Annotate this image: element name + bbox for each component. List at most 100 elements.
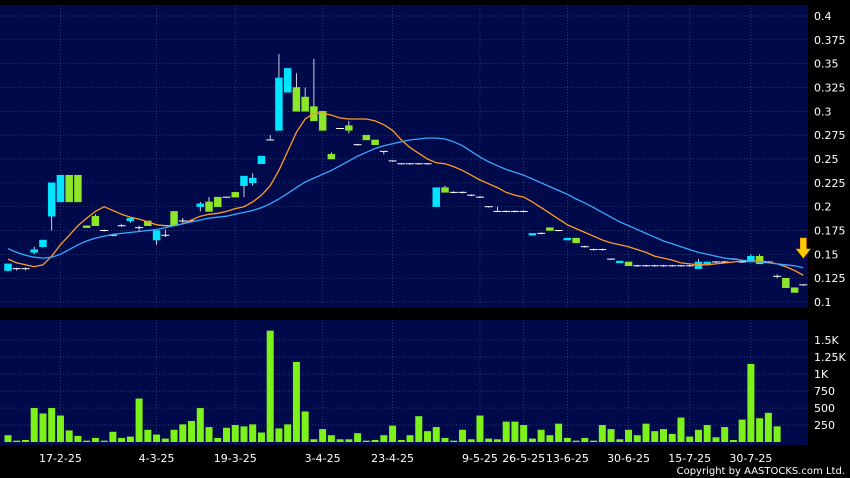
- volume-bar: [721, 427, 729, 442]
- volume-bar: [389, 425, 397, 442]
- volume-bar: [747, 363, 755, 442]
- candle-body: [39, 239, 47, 247]
- volume-bar: [590, 440, 598, 442]
- volume-bar: [74, 435, 82, 442]
- date-tick-label: 30-6-25: [607, 452, 650, 465]
- volume-tick-label: 1.25K: [814, 351, 846, 364]
- price-tick-label: 0.25: [814, 153, 839, 166]
- candle-body: [56, 174, 65, 203]
- candle-body: [371, 139, 379, 145]
- price-tick-label: 0.1: [814, 296, 832, 309]
- volume-tick-label: 500: [814, 402, 835, 415]
- candle-body: [441, 187, 449, 193]
- volume-bar: [275, 428, 283, 442]
- volume-bar: [109, 431, 117, 442]
- volume-bar: [546, 435, 554, 442]
- volume-tick-label: 1K: [814, 368, 829, 381]
- volume-bar: [284, 424, 292, 442]
- volume-bar: [223, 427, 230, 442]
- volume-bar: [345, 439, 353, 442]
- volume-panel: [0, 320, 808, 445]
- candle-body: [275, 77, 283, 131]
- volume-bar: [677, 417, 685, 442]
- price-tick-label: 0.35: [814, 58, 839, 71]
- volume-bar: [380, 435, 388, 442]
- date-tick-label: 9-5-25: [462, 452, 498, 465]
- volume-bar: [450, 440, 458, 442]
- volume-tick-label: 250: [814, 419, 835, 432]
- candle-body: [205, 201, 213, 212]
- candle-body: [47, 182, 56, 217]
- volume-bar: [135, 398, 143, 442]
- volume-tick-label: 750: [814, 385, 835, 398]
- volume-axis-labels: 1.5K 1.25K 1K 750 500 250: [814, 334, 846, 432]
- price-axis-labels: 0.4 0.375 0.35 0.325 0.3 0.275 0.25 0.225 0.2 0.1…: [814, 10, 846, 309]
- price-tick-label: 0.275: [814, 129, 846, 142]
- candle-body: [74, 174, 82, 203]
- volume-bar: [214, 437, 222, 442]
- volume-bar: [738, 419, 746, 442]
- candle-body: [790, 287, 799, 293]
- volume-bar: [581, 437, 589, 442]
- candle-body: [65, 174, 73, 203]
- volume-bar: [371, 439, 379, 442]
- volume-bar: [170, 429, 178, 442]
- volume-bar: [144, 429, 152, 442]
- volume-bar: [563, 437, 571, 442]
- candle-body: [703, 261, 711, 265]
- volume-bar: [520, 425, 528, 442]
- candle-body: [345, 125, 353, 131]
- volume-bar: [502, 421, 510, 442]
- candle-body: [248, 177, 257, 184]
- volume-bar: [83, 440, 91, 442]
- volume-bar: [476, 415, 484, 442]
- candle-body: [4, 263, 12, 271]
- candle-body: [91, 215, 100, 226]
- volume-bar: [292, 361, 300, 442]
- price-tick-label: 0.15: [814, 248, 839, 261]
- volume-bar: [511, 421, 519, 442]
- volume-bar: [441, 437, 449, 442]
- volume-bar: [4, 435, 12, 442]
- volume-bar: [668, 433, 676, 442]
- candle-body: [30, 249, 38, 253]
- volume-bar: [153, 434, 161, 442]
- candle-body: [152, 230, 161, 241]
- volume-bar: [48, 408, 56, 442]
- candle-body: [528, 233, 537, 236]
- volume-bar: [249, 424, 257, 442]
- candle-body: [82, 225, 91, 228]
- volume-bar: [572, 440, 580, 442]
- volume-bar: [257, 432, 265, 442]
- price-tick-label: 0.4: [814, 10, 832, 23]
- date-tick-label: 4-3-25: [139, 452, 175, 465]
- candle-body: [301, 96, 309, 112]
- candle-body: [327, 153, 336, 160]
- candle-body: [624, 261, 633, 267]
- volume-bar: [21, 439, 29, 442]
- volume-bar: [415, 416, 423, 442]
- volume-bar: [485, 438, 493, 442]
- price-tick-label: 0.225: [814, 177, 846, 190]
- candle-body: [170, 211, 178, 226]
- price-panel: [0, 5, 808, 308]
- candle-body: [231, 192, 239, 198]
- volume-bar: [528, 438, 536, 442]
- candle-body: [240, 175, 248, 186]
- volume-bar: [703, 425, 711, 442]
- volume-bar: [179, 424, 187, 442]
- volume-bar: [56, 415, 64, 442]
- volume-bar: [354, 433, 362, 442]
- copyright-text: Copyright by AASTOCKS.com Ltd.: [677, 466, 845, 477]
- volume-bar: [537, 429, 545, 442]
- date-tick-label: 19-3-25: [214, 452, 257, 465]
- volume-bar: [327, 435, 335, 442]
- volume-bar: [362, 440, 370, 442]
- volume-bar: [30, 408, 38, 442]
- date-tick-label: 13-6-25: [546, 452, 589, 465]
- candle-body: [292, 87, 301, 112]
- volume-bar: [91, 437, 99, 442]
- volume-bar: [598, 425, 606, 442]
- volume-bar: [642, 423, 650, 442]
- date-axis-labels: 17-2-25 4-3-25 19-3-25 3-4-25 23-4-25 9-5-25 2…: [39, 452, 772, 465]
